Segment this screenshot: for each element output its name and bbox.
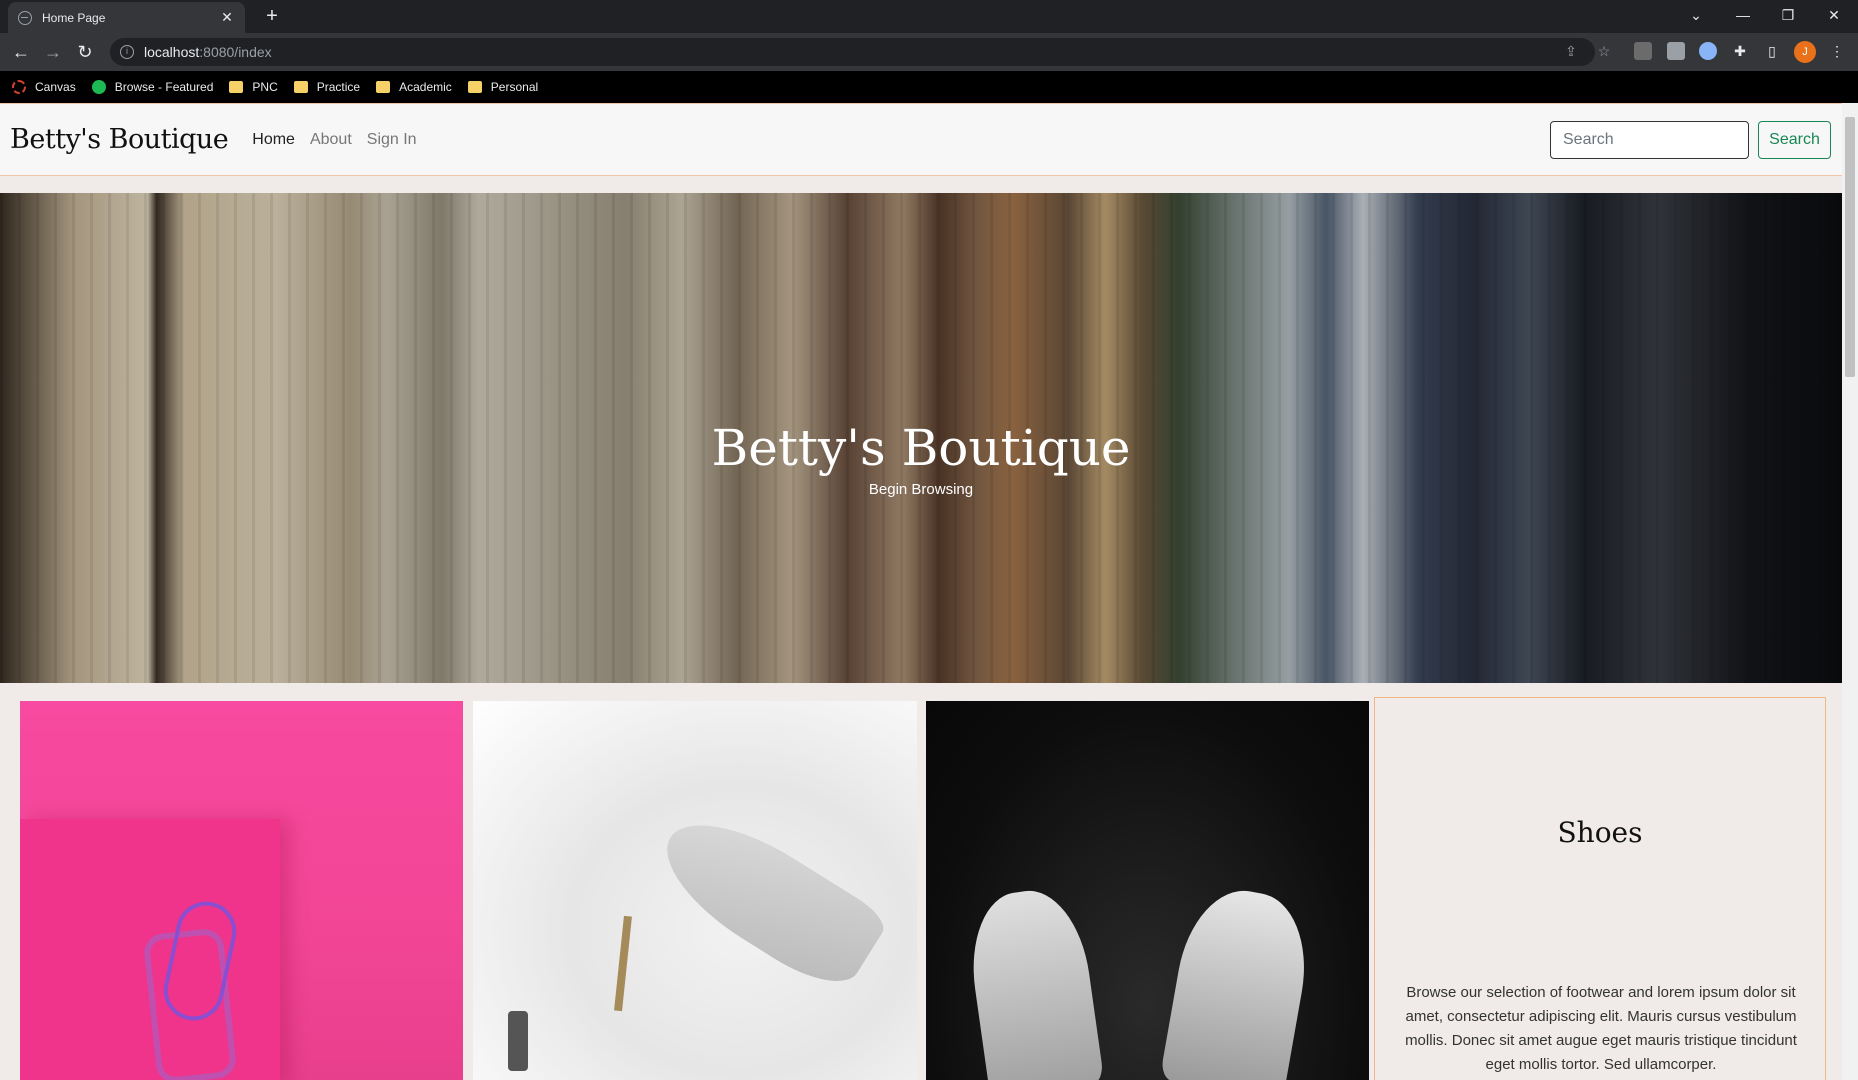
close-window-button[interactable]: ✕ xyxy=(1814,0,1854,33)
url-host: localhost xyxy=(144,44,200,60)
more-menu-icon[interactable]: ⋮ xyxy=(1826,40,1848,62)
restore-button[interactable]: ❐ xyxy=(1768,0,1808,33)
page-scrollbar[interactable] xyxy=(1842,103,1858,1080)
spotify-icon xyxy=(91,80,106,94)
hero-subtitle[interactable]: Begin Browsing xyxy=(0,481,1842,498)
bookmark-star-icon[interactable]: ☆ xyxy=(1593,40,1615,62)
address-bar[interactable]: i localhost :8080/index xyxy=(110,38,1595,66)
bookmark-label: Practice xyxy=(316,80,361,94)
bookmark-label: Academic xyxy=(399,80,452,94)
nav-sign-in[interactable]: Sign In xyxy=(367,131,417,149)
hero-title: Betty's Boutique xyxy=(711,419,1131,477)
tab-search-icon[interactable]: ⌄ xyxy=(1676,0,1716,33)
url-path: :8080/index xyxy=(199,44,272,60)
extension-globe-icon[interactable] xyxy=(1699,42,1717,60)
bookmark-folder-academic[interactable]: Academic xyxy=(376,80,452,94)
profile-avatar[interactable]: J xyxy=(1794,41,1816,63)
silver-heels-image xyxy=(473,701,917,1080)
shoes-feature-card: Shoes Browse our selection of footwear a… xyxy=(1374,697,1826,1080)
silver-heel xyxy=(645,797,891,1000)
browser-toolbar: ← → ↻ i localhost :8080/index ⇪ ☆ ✚ ▯ J … xyxy=(0,33,1858,71)
browser-tab[interactable]: Home Page ✕ xyxy=(8,2,245,33)
bookmark-label: PNC xyxy=(252,80,278,94)
search-button[interactable]: Search xyxy=(1758,121,1831,159)
globe-icon xyxy=(18,10,32,25)
site-navbar: Betty's Boutique Home About Sign In Sear… xyxy=(0,103,1842,176)
folder-icon xyxy=(293,81,308,93)
share-icon[interactable]: ⇪ xyxy=(1560,40,1582,62)
page-viewport: Betty's Boutique Home About Sign In Sear… xyxy=(0,103,1858,1080)
scrollbar-thumb[interactable] xyxy=(1845,117,1855,377)
bookmark-canvas[interactable]: Canvas xyxy=(12,80,76,94)
browser-tab-strip: Home Page ✕ + ⌄ — ❐ ✕ xyxy=(0,0,1858,33)
bookmark-folder-practice[interactable]: Practice xyxy=(293,80,361,94)
feature-heading: Shoes xyxy=(1557,816,1643,849)
minimize-button[interactable]: — xyxy=(1723,0,1763,33)
extension-reader-icon[interactable] xyxy=(1667,42,1685,60)
nav-home[interactable]: Home xyxy=(252,131,295,149)
search-input[interactable]: Search xyxy=(1550,121,1749,159)
folder-icon xyxy=(467,81,482,93)
nav-about[interactable]: About xyxy=(310,131,352,149)
forward-arrow-icon[interactable]: → xyxy=(41,40,65,64)
earring xyxy=(508,1011,528,1071)
side-panel-icon[interactable]: ▯ xyxy=(1761,40,1783,62)
reload-icon[interactable]: ↻ xyxy=(73,40,97,64)
extensions-puzzle-icon[interactable]: ✚ xyxy=(1729,40,1751,62)
back-arrow-icon[interactable]: ← xyxy=(9,40,33,64)
bookmark-folder-pnc[interactable]: PNC xyxy=(229,80,278,94)
bookmark-label: Personal xyxy=(490,80,539,94)
folder-icon xyxy=(229,81,244,93)
tab-title: Home Page xyxy=(42,10,106,25)
bookmark-label: Browse - Featured xyxy=(114,80,214,94)
canvas-icon xyxy=(12,80,26,94)
heel-spike xyxy=(614,915,632,1012)
pink-sandals-image xyxy=(20,701,463,1080)
bookmark-label: Canvas xyxy=(35,80,76,94)
site-info-icon[interactable]: i xyxy=(120,45,134,59)
feature-body: Browse our selection of footwear and lor… xyxy=(1405,984,1797,1073)
bookmarks-bar: Canvas Browse - Featured PNC Practice Ac… xyxy=(0,71,1858,103)
bookmark-folder-personal[interactable]: Personal xyxy=(467,80,539,94)
close-tab-icon[interactable]: ✕ xyxy=(219,9,235,26)
site-brand[interactable]: Betty's Boutique xyxy=(10,124,229,155)
extension-pen-icon[interactable] xyxy=(1634,42,1652,60)
white-pump xyxy=(1159,881,1318,1080)
bookmark-browse-featured[interactable]: Browse - Featured xyxy=(91,80,214,94)
hero-banner: Betty's Boutique Begin Browsing xyxy=(0,193,1842,683)
folder-icon xyxy=(376,81,391,93)
new-tab-button[interactable]: + xyxy=(260,4,284,28)
white-pump xyxy=(962,883,1105,1080)
white-pumps-image xyxy=(926,701,1369,1080)
